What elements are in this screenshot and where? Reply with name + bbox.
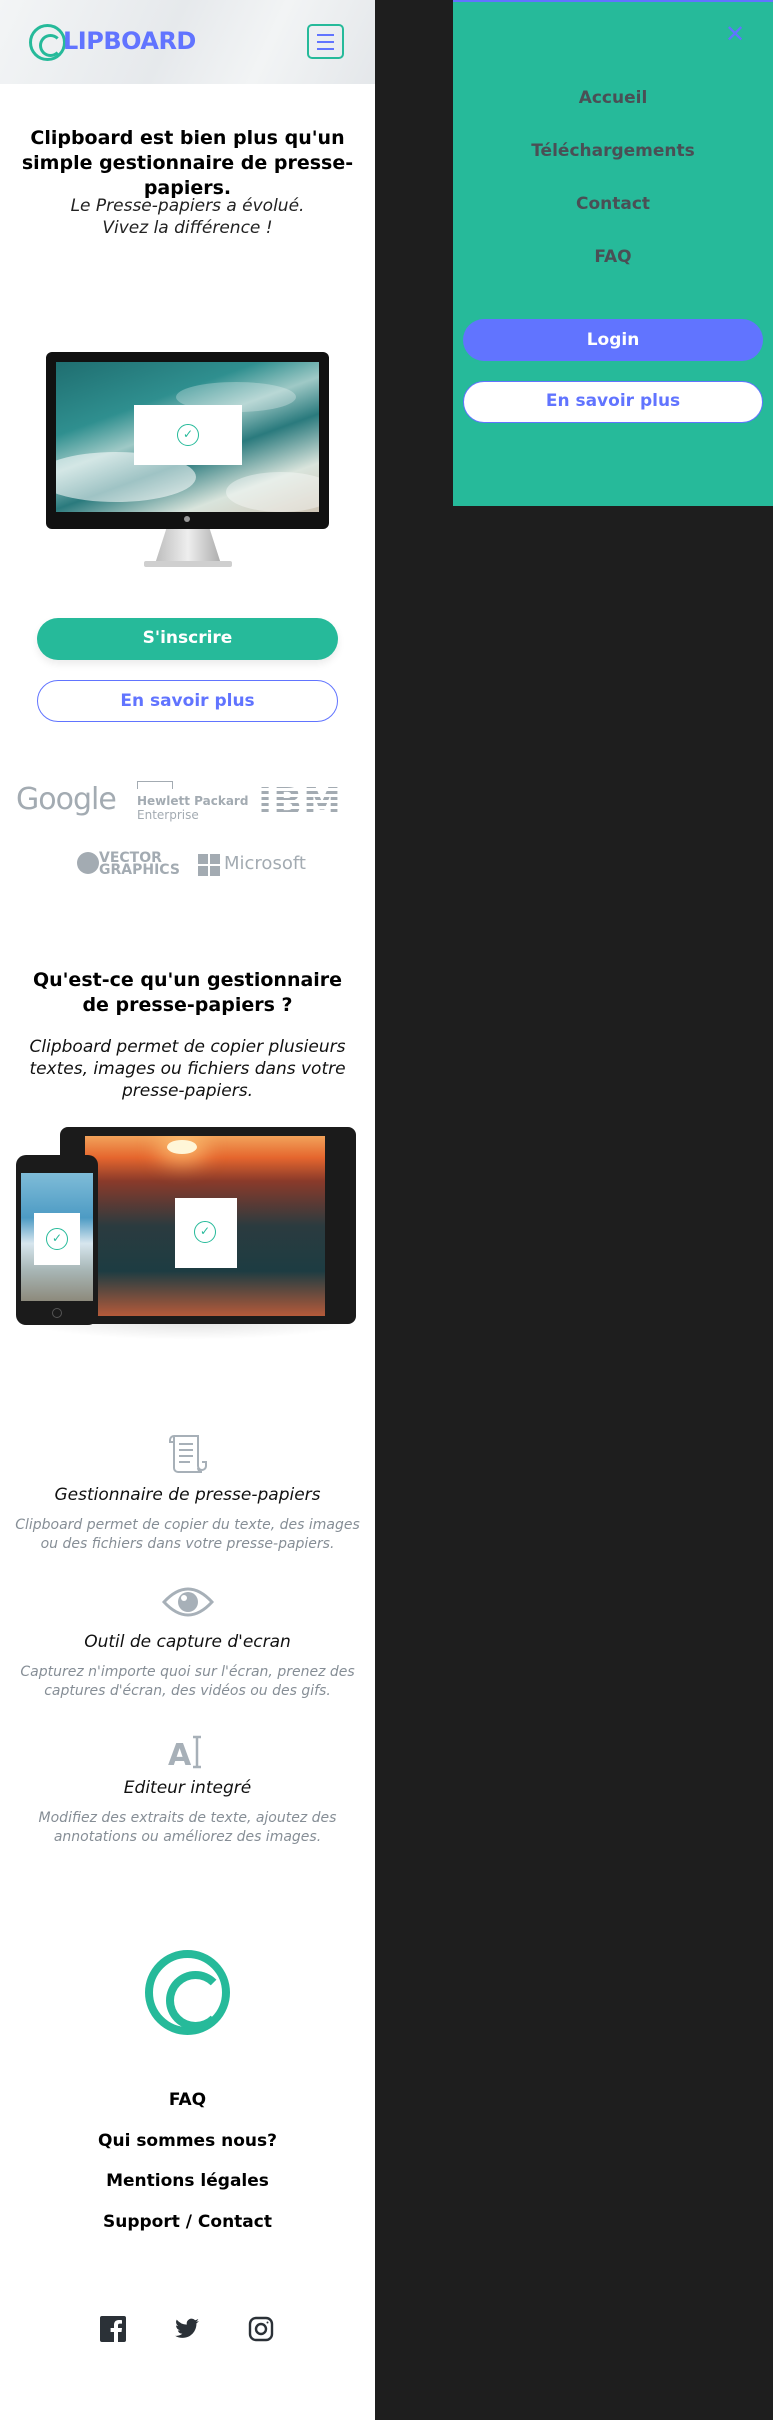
scroll-icon <box>166 1432 208 1474</box>
footer-link-faq[interactable]: FAQ <box>0 2090 375 2110</box>
footer-link-legal[interactable]: Mentions légales <box>0 2171 375 2191</box>
vector-graphics-logo-dot <box>77 852 99 874</box>
check-icon: ✓ <box>177 424 199 446</box>
tablet-image: ✓ <box>60 1127 356 1324</box>
feature-description: Clipboard permet de copier du texte, des… <box>15 1517 360 1552</box>
phone-image: ✓ <box>16 1155 98 1325</box>
hero-subtitle: Le Presse-papiers a évolué. Vivez la dif… <box>0 195 375 239</box>
text-cursor-icon: A <box>168 1735 203 1773</box>
menu-item-downloads[interactable]: Téléchargements <box>453 141 773 161</box>
footer-link-support[interactable]: Support / Contact <box>0 2212 375 2232</box>
feature-title: Gestionnaire de presse-papiers <box>54 1485 321 1505</box>
tablet-screen: ✓ <box>85 1136 325 1316</box>
feature-title: Editeur integré <box>123 1778 252 1798</box>
logo-text[interactable]: LIPBOARD <box>63 27 196 55</box>
check-icon: ✓ <box>46 1228 68 1250</box>
sun <box>167 1140 197 1154</box>
hamburger-menu-button[interactable] <box>307 24 344 59</box>
footer-logo-icon[interactable] <box>145 1950 230 2035</box>
logo-icon[interactable] <box>29 24 66 61</box>
hp-logo-line: Hewlett Packard <box>137 794 249 808</box>
check-icon: ✓ <box>194 1221 216 1243</box>
hamburger-line <box>317 41 334 43</box>
phone-home-button <box>52 1308 62 1318</box>
login-button[interactable]: Login <box>463 319 763 361</box>
hero-subtitle-line: Le Presse-papiers a évolué. <box>70 196 305 216</box>
page: LIPBOARD Clipboard est bien plus qu'un s… <box>0 0 375 2420</box>
twitter-icon[interactable] <box>174 2316 200 2342</box>
text-cursor-glyph: A <box>168 1738 192 1773</box>
phone-screen: ✓ <box>21 1173 93 1301</box>
ibm-logo: IBM <box>258 780 342 824</box>
feature-description: Modifiez des extraits de texte, ajoutez … <box>38 1810 337 1845</box>
hero-title: Clipboard est bien plus qu'un simple ges… <box>21 127 354 199</box>
google-logo: Google <box>16 782 117 817</box>
signup-button[interactable]: S'inscrire <box>37 618 338 660</box>
section-title: Qu'est-ce qu'un gestionnaire de presse-p… <box>32 969 343 1016</box>
mobile-menu: ✕ Accueil Téléchargements Contact FAQ Lo… <box>453 0 773 506</box>
feature-description: Capturez n'importe quoi sur l'écran, pre… <box>20 1664 355 1699</box>
clipboard-card: ✓ <box>175 1198 237 1268</box>
hamburger-line <box>317 34 334 36</box>
menu-item-contact[interactable]: Contact <box>453 194 773 214</box>
section-subtitle: Clipboard permet de copier plusieurs tex… <box>29 1037 346 1101</box>
hamburger-line <box>317 48 334 50</box>
vector-graphics-logo-line: GRAPHICS <box>99 862 180 878</box>
wave-highlight <box>226 472 319 512</box>
footer-link-about[interactable]: Qui sommes nous? <box>0 2131 375 2151</box>
facebook-icon[interactable] <box>100 2316 126 2342</box>
instagram-icon[interactable] <box>248 2316 274 2342</box>
monitor-base <box>144 561 232 567</box>
menu-item-home[interactable]: Accueil <box>453 88 773 108</box>
clipboard-card: ✓ <box>34 1213 80 1265</box>
menu-item-faq[interactable]: FAQ <box>453 247 773 267</box>
learn-more-button[interactable]: En savoir plus <box>37 680 338 722</box>
header: LIPBOARD <box>0 0 375 84</box>
hp-logo-bar <box>137 781 173 789</box>
feature-title: Outil de capture d'ecran <box>84 1632 291 1652</box>
hp-logo-line: Enterprise <box>137 808 199 822</box>
monitor-image: ✓ <box>46 352 329 529</box>
monitor-led <box>184 516 190 522</box>
menu-learn-more-button[interactable]: En savoir plus <box>463 381 763 423</box>
microsoft-logo-icon <box>198 854 220 876</box>
monitor-screen: ✓ <box>56 362 319 512</box>
microsoft-logo: Microsoft <box>224 853 306 874</box>
close-icon[interactable]: ✕ <box>723 22 747 46</box>
clipboard-card: ✓ <box>134 405 242 465</box>
eye-icon <box>161 1584 215 1620</box>
hero-subtitle-line: Vivez la différence ! <box>102 218 273 238</box>
